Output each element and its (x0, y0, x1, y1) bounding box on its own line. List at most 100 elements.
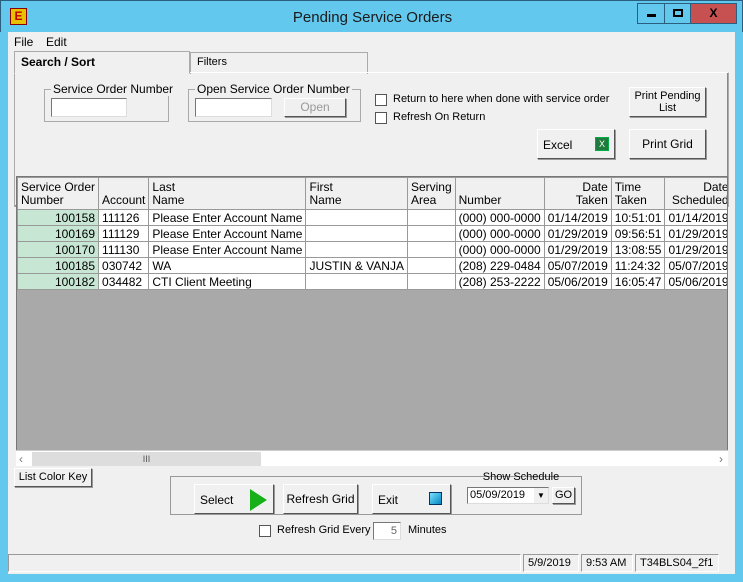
horizontal-scrollbar[interactable]: ‹ III › (16, 450, 728, 466)
service-orders-grid[interactable]: Service Order Number Account Last Name First N… (16, 176, 728, 466)
select-button[interactable]: Select (194, 484, 274, 514)
table-cell[interactable]: 100169 (17, 225, 100, 242)
excel-label: Excel (543, 138, 573, 152)
table-cell[interactable] (406, 225, 456, 242)
table-cell[interactable]: 100182 (17, 273, 100, 290)
print-pending-list-button[interactable]: Print Pending List (629, 87, 706, 117)
tab-label: Search / Sort (21, 55, 96, 69)
excel-icon: X (595, 137, 609, 151)
column-header[interactable]: Number (454, 177, 545, 210)
refresh-every-checkbox[interactable] (259, 525, 271, 537)
table-cell[interactable] (305, 273, 408, 290)
table-row[interactable]: 100185 030742 WA JUSTIN & VANJA (208) 229-04… (17, 257, 727, 274)
column-header[interactable]: Serving Area (406, 177, 456, 210)
tab-search-sort[interactable]: Search / Sort (14, 51, 190, 74)
scroll-thumb[interactable]: III (32, 452, 261, 466)
table-cell[interactable] (305, 241, 408, 258)
menu-file[interactable]: File (14, 35, 33, 49)
table-cell[interactable]: 05/06/2019 (543, 273, 612, 290)
table-cell[interactable]: (000) 000-0000 (454, 225, 545, 242)
column-header[interactable]: Account (98, 177, 150, 210)
table-cell[interactable]: Please Enter Account Name (148, 225, 307, 242)
tab-filters[interactable]: Filters (190, 52, 368, 74)
table-cell[interactable]: 10:51:01 (610, 209, 666, 226)
close-button[interactable]: X (690, 3, 737, 24)
table-cell[interactable]: 16:05:47 (610, 273, 666, 290)
table-cell[interactable] (305, 225, 408, 242)
table-cell[interactable]: 111130 (98, 241, 150, 258)
table-cell[interactable] (406, 273, 456, 290)
table-cell[interactable]: 111126 (98, 209, 150, 226)
return-checkbox[interactable] (375, 94, 387, 106)
minimize-button[interactable] (637, 3, 665, 24)
table-cell[interactable]: 01/29/2019 (543, 241, 612, 258)
column-header[interactable]: Date Scheduled (664, 177, 727, 210)
table-cell[interactable]: 01/14/2019 (664, 209, 727, 226)
table-cell[interactable]: Please Enter Account Name (148, 209, 307, 226)
exit-label: Exit (378, 493, 399, 507)
table-cell[interactable] (406, 257, 456, 274)
table-cell[interactable]: (208) 253-2222 (454, 273, 545, 290)
open-service-order-input[interactable] (195, 98, 272, 117)
column-header[interactable]: First Name (305, 177, 408, 210)
column-header[interactable]: Service Order Number (17, 177, 100, 210)
action-group: Select Refresh Grid Exit Show Schedule 0… (170, 471, 582, 515)
exit-button[interactable]: Exit (372, 484, 451, 514)
table-cell[interactable]: 05/06/2019 (664, 273, 727, 290)
table-cell[interactable] (406, 241, 456, 258)
grid-table: Service Order Number Account Last Name First N… (17, 177, 727, 290)
table-cell[interactable]: 100185 (17, 257, 100, 274)
refresh-on-return-checkbox[interactable] (375, 112, 387, 124)
table-cell[interactable]: Please Enter Account Name (148, 241, 307, 258)
list-color-key-button[interactable]: List Color Key (14, 468, 92, 487)
table-cell[interactable]: 13:08:55 (610, 241, 666, 258)
column-header[interactable]: Time Taken (610, 177, 666, 210)
table-cell[interactable]: 01/29/2019 (664, 225, 727, 242)
service-order-number-input[interactable] (51, 98, 127, 117)
header-text: Date (582, 179, 608, 194)
table-cell[interactable]: WA (148, 257, 307, 274)
table-cell[interactable]: 111129 (98, 225, 150, 242)
window-title: Pending Service Orders (292, 9, 453, 26)
header-text: Serving (410, 179, 452, 194)
service-order-number-group: Service Order Number (44, 82, 176, 122)
table-row[interactable]: 100158 111126 Please Enter Account Name (00… (17, 209, 727, 226)
table-cell[interactable] (406, 209, 456, 226)
schedule-date-select[interactable]: 05/09/2019 ▼ (467, 487, 549, 504)
table-cell[interactable]: 01/29/2019 (664, 241, 727, 258)
table-cell[interactable]: 05/07/2019 (664, 257, 727, 274)
table-cell[interactable]: (000) 000-0000 (454, 209, 545, 226)
maximize-button[interactable] (664, 3, 691, 24)
table-cell[interactable] (305, 209, 408, 226)
table-cell[interactable]: 11:24:32 (610, 257, 666, 274)
column-header[interactable]: Last Name (148, 177, 307, 210)
open-button[interactable]: Open (284, 98, 346, 117)
table-cell[interactable]: 01/29/2019 (543, 225, 612, 242)
table-cell[interactable]: 05/07/2019 (543, 257, 612, 274)
refresh-minutes-input[interactable] (373, 522, 401, 540)
table-cell[interactable]: 09:56:51 (610, 225, 666, 242)
print-grid-button[interactable]: Print Grid (629, 129, 706, 159)
table-cell[interactable]: CTI Client Meeting (148, 273, 307, 290)
table-cell[interactable]: (000) 000-0000 (454, 241, 545, 258)
table-cell[interactable]: 030742 (98, 257, 150, 274)
table-cell[interactable]: 01/14/2019 (543, 209, 612, 226)
scroll-right-icon[interactable]: › (719, 452, 723, 466)
table-cell[interactable]: 100158 (17, 209, 100, 226)
client-area: File Edit Search / Sort Filters Service … (8, 32, 735, 574)
table-cell[interactable]: 034482 (98, 273, 150, 290)
scroll-left-icon[interactable]: ‹ (19, 452, 23, 466)
table-cell[interactable]: 100170 (17, 241, 100, 258)
table-cell[interactable]: (208) 229-0484 (454, 257, 545, 274)
go-button[interactable]: GO (552, 487, 575, 504)
table-row[interactable]: 100182 034482 CTI Client Meeting (208) 253-… (17, 273, 727, 290)
header-text: Name (309, 192, 342, 207)
refresh-grid-button[interactable]: Refresh Grid (283, 484, 358, 514)
column-header[interactable]: Date Taken (543, 177, 612, 210)
table-cell[interactable]: JUSTIN & VANJA (305, 257, 408, 274)
table-row[interactable]: 100170 111130 Please Enter Account Name (00… (17, 241, 727, 258)
table-row[interactable]: 100169 111129 Please Enter Account Name (00… (17, 225, 727, 242)
excel-button[interactable]: Excel X (537, 129, 615, 159)
chevron-down-icon[interactable]: ▼ (534, 488, 548, 503)
menu-edit[interactable]: Edit (46, 35, 67, 49)
